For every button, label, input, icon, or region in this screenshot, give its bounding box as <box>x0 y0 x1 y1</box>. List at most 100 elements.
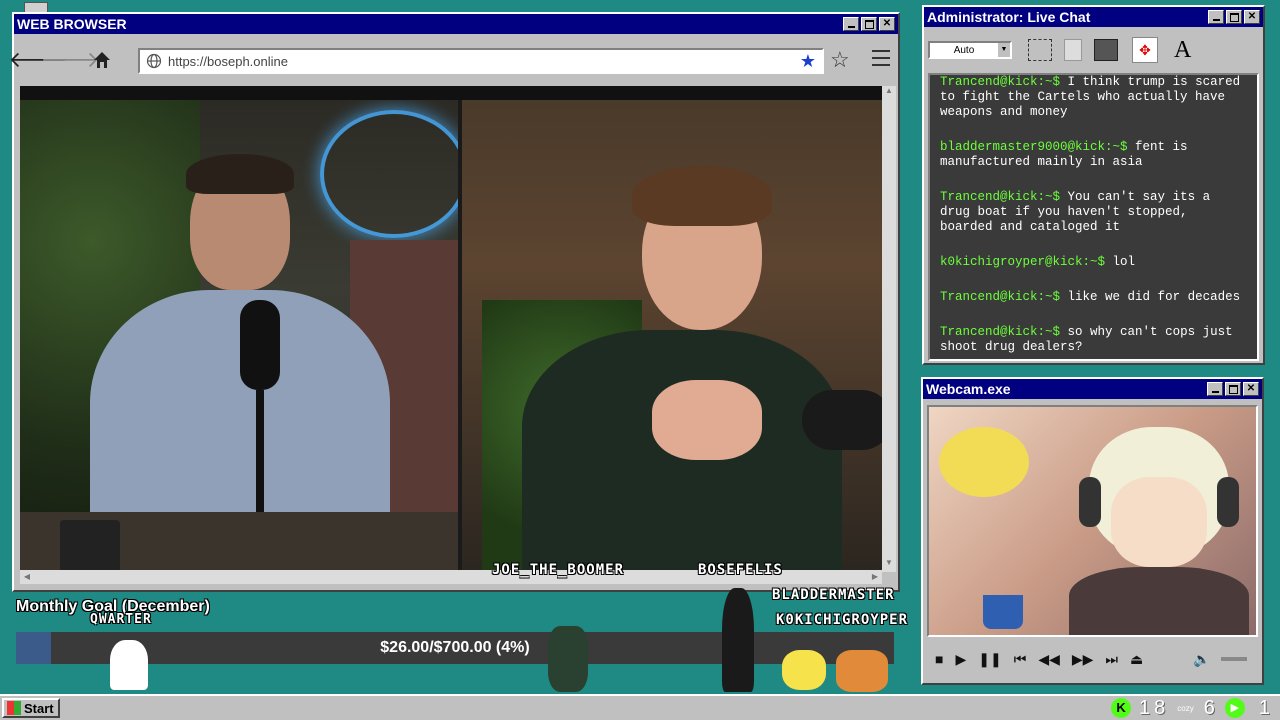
minimize-icon <box>1211 391 1219 393</box>
select-tool-icon[interactable] <box>1028 39 1052 61</box>
scroll-right-arrow-icon[interactable]: ▶ <box>868 570 882 584</box>
stop-icon[interactable]: ■ <box>935 651 943 667</box>
volume-icon[interactable]: 🔈 <box>1193 651 1210 668</box>
pause-icon[interactable]: ❚❚ <box>978 651 1001 668</box>
browser-titlebar[interactable]: WEB BROWSER ✕ <box>14 14 898 34</box>
menu-icon[interactable] <box>872 50 890 66</box>
video-viewport[interactable] <box>20 86 882 572</box>
guest-figure <box>522 166 842 572</box>
fast-forward-icon[interactable]: ▶▶ <box>1072 651 1094 668</box>
maximize-button[interactable] <box>861 17 877 31</box>
pikachu-sprite <box>782 650 826 690</box>
windows-logo-icon <box>7 701 21 715</box>
start-button[interactable]: Start <box>2 698 60 718</box>
runner-sprite <box>548 626 588 692</box>
chat-message: bladdermaster9000@kick:~$ fent is manufa… <box>940 140 1188 169</box>
close-icon: ✕ <box>1246 383 1256 394</box>
chat-toolbar: Auto ▼ ✥ A <box>928 33 1259 67</box>
kick-icon[interactable]: K <box>1111 698 1132 718</box>
tray: K 18 cozy 6 ▶ 1 <box>1111 696 1270 720</box>
blue-mug <box>983 595 1023 629</box>
close-icon: ✕ <box>1247 11 1257 22</box>
minimize-button[interactable] <box>1207 382 1223 396</box>
home-icon <box>94 52 110 68</box>
overlay-user-bladdermaster: BLADDERMASTER <box>772 587 895 603</box>
close-button[interactable]: ✕ <box>1243 382 1259 396</box>
chat-messages[interactable]: Trancend@kick:~$ I think trump is scared… <box>928 73 1259 361</box>
font-select-value: Auto <box>953 44 975 56</box>
viewer-count: 6 <box>1203 696 1215 719</box>
chat-message: k0kichigroyper@kick:~$ lol <box>940 255 1136 269</box>
podcast-mic <box>802 390 882 450</box>
overlay-user-qwarter: QWARTER <box>90 612 152 627</box>
maximize-icon <box>1228 384 1238 394</box>
minimize-button[interactable] <box>843 17 859 31</box>
video-feed-right <box>462 100 882 572</box>
volume-slider[interactable] <box>1220 657 1247 661</box>
dark-figure-sprite <box>722 588 754 692</box>
address-bar[interactable]: https://boseph.online ★ <box>138 48 824 74</box>
webcam-titlebar[interactable]: Webcam.exe ✕ <box>923 379 1262 399</box>
minimize-button[interactable] <box>1208 10 1224 24</box>
play-icon[interactable]: ▶ <box>955 651 966 668</box>
eject-icon[interactable]: ⏏ <box>1130 651 1143 668</box>
scroll-up-arrow-icon[interactable]: ▲ <box>882 86 896 100</box>
scroll-down-arrow-icon[interactable]: ▼ <box>882 558 896 572</box>
browser-title: WEB BROWSER <box>17 16 127 32</box>
scroll-left-arrow-icon[interactable]: ◀ <box>20 570 34 584</box>
close-button[interactable]: ✕ <box>1244 10 1260 24</box>
cozy-label: cozy <box>1177 703 1194 713</box>
maximize-icon <box>864 19 874 29</box>
vertical-scrollbar[interactable]: ▲ ▼ <box>882 86 896 572</box>
rewind-icon[interactable]: ◀◀ <box>1038 651 1060 668</box>
forward-button[interactable]: 🡒 <box>41 47 100 72</box>
chat-message: Trancend@kick:~$ I think trump is scared… <box>940 75 1241 119</box>
plush-toy <box>939 427 1029 497</box>
home-button[interactable] <box>90 48 114 72</box>
minimize-icon <box>847 26 855 28</box>
close-button[interactable]: ✕ <box>879 17 895 31</box>
kick-viewer-count: 18 <box>1139 696 1170 719</box>
paste-icon[interactable] <box>1094 39 1118 61</box>
maximize-button[interactable] <box>1226 10 1242 24</box>
copy-icon[interactable] <box>1064 39 1082 61</box>
microphone <box>240 300 280 390</box>
url-text: https://boseph.online <box>168 53 288 69</box>
maximize-button[interactable] <box>1225 382 1241 396</box>
maximize-icon <box>1229 12 1239 22</box>
desktop-icon-strip <box>0 0 48 700</box>
move-icon[interactable]: ✥ <box>1132 37 1158 63</box>
mug <box>60 520 120 572</box>
bookmark-star-filled-icon[interactable]: ★ <box>800 51 816 72</box>
chat-titlebar[interactable]: Administrator: Live Chat ✕ <box>924 7 1263 27</box>
chat-message: Trancend@kick:~$ like we did for decades <box>940 290 1241 304</box>
minimize-icon <box>1212 19 1220 21</box>
live-chat-window: Administrator: Live Chat ✕ Auto ▼ ✥ A Tr… <box>922 5 1265 365</box>
chat-message: Trancend@kick:~$ so why can't cops just … <box>940 325 1233 354</box>
font-icon[interactable]: A <box>1174 37 1191 64</box>
bookmark-star-icon[interactable]: ☆ <box>830 47 850 73</box>
skip-forward-icon[interactable]: ⏭ <box>1105 651 1118 668</box>
font-size-select[interactable]: Auto ▼ <box>928 41 1012 59</box>
creature-sprite <box>836 650 888 692</box>
webcam-view <box>927 405 1258 637</box>
chat-message: Trancend@kick:~$ You can't say its a dru… <box>940 190 1211 234</box>
globe-icon <box>146 53 162 69</box>
play-circle-icon[interactable]: ▶ <box>1224 698 1245 718</box>
skull-sprite <box>110 640 148 690</box>
media-controls: ■ ▶ ❚❚ ⏮ ◀◀ ▶▶ ⏭ ⏏ 🔈 <box>929 641 1256 677</box>
overlay-name-bosefelis: BOSEFELIS <box>698 562 783 578</box>
chevron-down-icon: ▼ <box>998 43 1010 57</box>
webcam-window: Webcam.exe ✕ ■ ▶ ❚❚ ⏮ ◀◀ ▶▶ ⏭ ⏏ 🔈 <box>921 377 1264 685</box>
close-icon: ✕ <box>882 18 892 29</box>
webcam-title: Webcam.exe <box>926 381 1011 397</box>
skip-back-icon[interactable]: ⏮ <box>1014 651 1027 668</box>
overlay-user-kokichigroyper: K0KICHIGROYPER <box>776 612 909 628</box>
other-count: 1 <box>1258 696 1270 719</box>
chat-title: Administrator: Live Chat <box>927 9 1091 25</box>
browser-window: WEB BROWSER ✕ 🡐 🡒 https://boseph.online … <box>9 12 900 592</box>
anime-avatar <box>1059 417 1256 635</box>
video-feed-left <box>20 100 458 572</box>
overlay-name-joe: JOE_THE_BOOMER <box>492 562 625 578</box>
monthly-goal: Monthly Goal (December) $26.00/$700.00 (… <box>16 598 896 668</box>
